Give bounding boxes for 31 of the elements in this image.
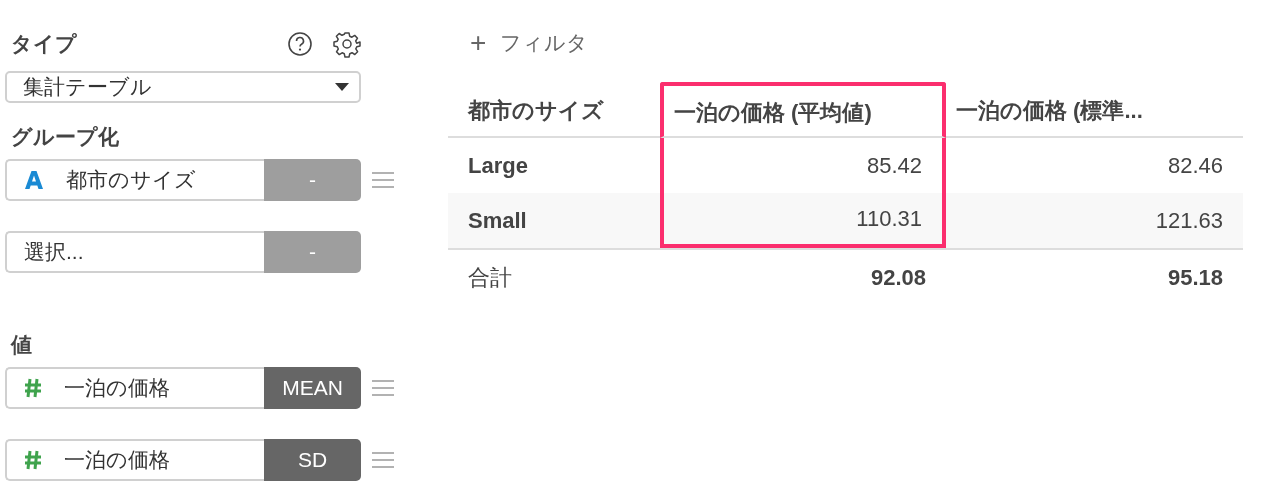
drag-handle-icon[interactable] <box>372 452 394 468</box>
table-cell: 121.63 <box>946 193 1243 248</box>
help-icon[interactable] <box>287 31 313 57</box>
drag-handle-icon[interactable] <box>372 380 394 396</box>
aggregation-button[interactable]: MEAN <box>264 367 361 409</box>
field-selector[interactable]: 都市のサイズ <box>5 159 264 201</box>
section-label: 値 <box>9 332 33 358</box>
column-header: 一泊の価格 (標準... <box>946 82 1243 138</box>
table-cell: Small <box>448 193 660 248</box>
table-cell: 合計 <box>448 248 660 306</box>
section-label: グループ化 <box>10 124 120 150</box>
type-dropdown[interactable]: 集計テーブル <box>5 71 361 103</box>
table-cell: 95.18 <box>946 248 1243 306</box>
table-cell-text: Large <box>467 151 529 180</box>
field-selector[interactable]: 一泊の価格 <box>5 367 264 409</box>
table-cell: 92.08 <box>660 248 946 306</box>
table-cell-text: 82.46 <box>1166 151 1224 180</box>
drag-handle-icon[interactable] <box>372 172 394 188</box>
text-type-icon <box>24 170 44 190</box>
field-selector[interactable]: 選択... <box>5 231 264 273</box>
column-header: 一泊の価格 (平均値) <box>660 82 946 138</box>
add-filter-button[interactable]: + フィルタ <box>448 30 589 56</box>
number-type-icon <box>24 450 42 470</box>
table-cell: 110.31 <box>660 193 946 248</box>
number-type-icon <box>24 378 42 398</box>
settings-icon[interactable] <box>333 30 361 58</box>
field-selector[interactable]: 一泊の価格 <box>5 439 264 481</box>
column-header: 都市のサイズ <box>448 82 660 138</box>
aggregation-button[interactable]: SD <box>264 439 361 481</box>
caret-icon <box>335 83 349 91</box>
section-label: タイプ <box>10 31 77 57</box>
